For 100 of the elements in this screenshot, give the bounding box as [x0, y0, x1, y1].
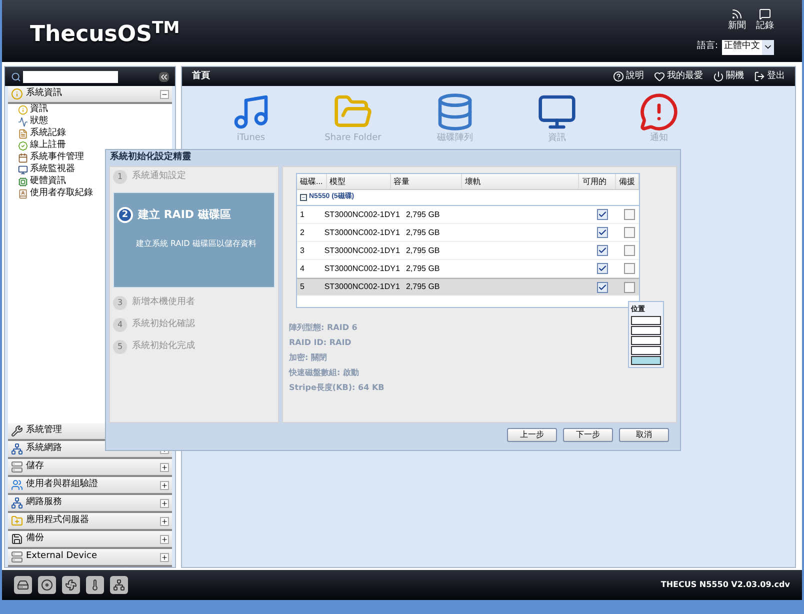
column-header[interactable]: 容量 [390, 174, 462, 189]
column-header[interactable]: 備援 [616, 174, 639, 189]
dialog-button[interactable]: 取消 [619, 428, 669, 442]
step-number: 5 [113, 340, 127, 354]
column-header[interactable]: 磁碟... [297, 174, 327, 189]
section-label: 系統資訊 [26, 87, 62, 100]
tree-item-icon [18, 189, 28, 199]
toolbar-link[interactable]: 我的最愛 [654, 70, 703, 84]
help-icon [613, 71, 624, 82]
step-number: 4 [113, 318, 127, 332]
table-cell-text: ST3000NC002-1DY1 [323, 281, 401, 293]
collapse-icon[interactable] [300, 194, 307, 201]
thermometer-icon[interactable] [86, 576, 104, 594]
table-row[interactable]: 3 ST3000NC002-1DY1 2,795 GB [297, 242, 639, 260]
table-cell-text: 2,795 GB [404, 226, 441, 238]
step-item[interactable]: 2 建立 RAID 磁碟區 建立系統 RAID 磁碟區以儲存資料 [113, 192, 275, 288]
checkbox[interactable] [596, 282, 608, 292]
tree-item[interactable]: 狀態 [8, 116, 172, 128]
step-number: 1 [113, 170, 127, 184]
logout-icon [754, 71, 765, 82]
fan-icon[interactable] [62, 576, 80, 594]
section-icon [11, 551, 23, 563]
summary-line: 陣列型態: RAID 6 [289, 322, 358, 334]
checkbox[interactable] [624, 263, 635, 274]
checkbox[interactable] [596, 227, 608, 238]
dialog-button[interactable]: 下一步 [563, 428, 613, 442]
rss-icon [731, 8, 743, 20]
toolbar-link[interactable]: 登出 [754, 70, 785, 84]
section-icon [11, 88, 23, 100]
tree-item[interactable]: 線上註冊 [8, 140, 172, 152]
column-header[interactable]: 模型 [326, 174, 391, 189]
expand-icon[interactable] [160, 498, 169, 508]
sidebar-section-header[interactable]: 使用者與群組驗證 [8, 477, 172, 495]
checkbox[interactable] [596, 209, 608, 220]
sidebar-section-header[interactable]: 應用程式伺服器 [8, 513, 172, 531]
summary-line: 加密: 關閉 [289, 352, 328, 364]
tree-item-icon [18, 177, 28, 187]
sidebar-section-header[interactable]: 備份 [8, 531, 172, 549]
sidebar-section-header[interactable]: External Device [8, 549, 172, 567]
header-link[interactable]: 新聞 [728, 8, 746, 34]
table-cell-text: ST3000NC002-1DY1 [323, 244, 401, 256]
table-row[interactable]: 2 ST3000NC002-1DY1 2,795 GB [297, 224, 639, 242]
dialog-title: 系統初始化設定精靈 [109, 150, 192, 164]
step-description: 建立系統 RAID 磁碟區以儲存資料 [135, 238, 258, 250]
expand-icon[interactable] [160, 534, 169, 544]
column-header[interactable]: 可用的 [579, 174, 616, 189]
dialog-button[interactable]: 上一步 [507, 428, 557, 442]
sidebar-section-header[interactable]: 儲存 [8, 459, 172, 477]
search-field[interactable] [23, 70, 118, 82]
tree-item-icon [18, 153, 28, 163]
table-cell-text: 2,795 GB [404, 281, 441, 293]
step-number: 2 [117, 207, 133, 224]
tree-item-icon [18, 105, 28, 115]
table-cell-text: 2,795 GB [404, 262, 441, 274]
step-title: 建立 RAID 磁碟區 [138, 207, 231, 223]
checkbox[interactable] [624, 209, 635, 220]
table-row[interactable]: 1 ST3000NC002-1DY1 2,795 GB [297, 206, 639, 224]
collapse-icon[interactable] [159, 72, 169, 82]
section-label: 系統網路 [26, 442, 62, 456]
table-cell-text: 5 [299, 281, 306, 293]
version-text: THECUS N5550 V2.03.09.cdv [660, 579, 790, 591]
step-number: 3 [113, 296, 127, 310]
expand-icon[interactable] [160, 516, 169, 526]
expand-icon[interactable] [160, 462, 169, 472]
table-cell-text: 1 [299, 208, 306, 220]
toolbar-link[interactable]: 說明 [613, 70, 644, 84]
step-title: 系統通知設定 [132, 170, 186, 184]
checkbox[interactable] [624, 282, 635, 292]
section-icon [11, 497, 23, 509]
section-label: 儲存 [26, 460, 44, 474]
table-cell-text: 3 [299, 244, 306, 256]
section-icon [11, 461, 23, 473]
toolbar-link[interactable]: 關機 [713, 70, 744, 84]
checkbox[interactable] [624, 227, 635, 238]
hard-drive-icon[interactable] [14, 576, 32, 594]
sidebar-section-header[interactable]: 網路服務 [8, 495, 172, 513]
sidebar-section-header[interactable]: 系統資訊 [8, 86, 172, 104]
section-label: 網路服務 [26, 496, 62, 510]
tree-item[interactable]: 系統記錄 [8, 128, 172, 140]
table-row[interactable]: 5 ST3000NC002-1DY1 2,795 GB [297, 278, 639, 296]
tree-item[interactable]: 資訊 [8, 104, 172, 116]
page-title: 首頁 [192, 70, 210, 83]
checkbox[interactable] [596, 245, 608, 256]
checkbox[interactable] [596, 263, 608, 274]
checkbox[interactable] [624, 245, 635, 256]
expand-icon[interactable] [160, 480, 169, 490]
network-icon[interactable] [110, 576, 128, 594]
table-cell-text: 2,795 GB [404, 208, 441, 220]
expand-icon[interactable] [160, 552, 169, 562]
table-cell-text: ST3000NC002-1DY1 [323, 208, 401, 220]
column-header[interactable]: 壞軌 [462, 174, 580, 189]
header-link[interactable]: 記錄 [756, 8, 774, 34]
step-title: 系統初始化確認 [132, 318, 195, 332]
section-label: External Device [26, 550, 97, 564]
summary-line: Stripe長度(KB): 64 KB [289, 382, 386, 394]
tree-item-icon [18, 141, 28, 151]
language-select[interactable]: 正體中文 [722, 40, 774, 54]
section-icon [11, 443, 23, 455]
section-label: 系統管理 [26, 424, 62, 438]
alert-bubble-icon[interactable] [639, 92, 679, 132]
